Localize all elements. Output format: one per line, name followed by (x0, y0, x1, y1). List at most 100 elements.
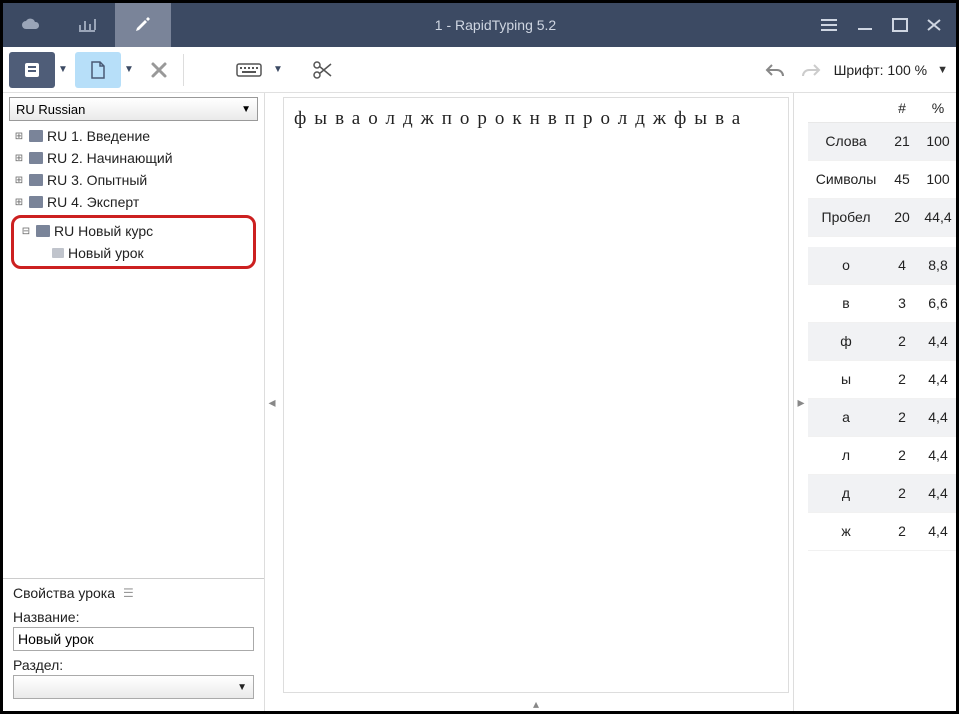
window-controls (820, 18, 956, 32)
course-icon (29, 152, 43, 164)
stats-row: д24,4 (808, 475, 956, 513)
stats-cell-percent: 4,4 (920, 410, 956, 425)
cloud-icon (20, 16, 42, 34)
collapse-icon[interactable]: ⊟ (20, 226, 32, 237)
titlebar-tabs (3, 3, 171, 47)
stats-cell-percent: 4,4 (920, 486, 956, 501)
stats-row: ж24,4 (808, 513, 956, 551)
expand-icon[interactable]: ⊞ (13, 197, 25, 208)
tree-node[interactable]: ⊞ RU 1. Введение (7, 125, 260, 147)
stats-cell-name: д (808, 484, 884, 503)
expand-icon[interactable]: ⊞ (13, 175, 25, 186)
highlight-new-course: ⊟ RU Новый курс Новый урок (11, 215, 256, 269)
triangle-right-icon: ▸ (797, 395, 804, 409)
stats-cell-count: 2 (884, 486, 920, 501)
course-icon (36, 225, 50, 237)
stats-cell-count: 2 (884, 334, 920, 349)
keyboard-dropdown[interactable]: ▼ (270, 64, 286, 75)
stats-cell-name: а (808, 408, 884, 427)
right-pane: # % Слова21100Символы45100Пробел2044,4о4… (808, 93, 956, 711)
file-icon (89, 60, 107, 80)
stats-cell-percent: 4,4 (920, 524, 956, 539)
menu-icon[interactable] (820, 18, 838, 32)
course-icon (29, 196, 43, 208)
stats-cell-count: 20 (884, 210, 920, 225)
close-button[interactable] (926, 18, 942, 32)
course-dropdown[interactable]: ▼ (55, 64, 71, 75)
tree-node[interactable]: ⊞RU 3. Опытный (7, 169, 260, 191)
expand-icon[interactable]: ⊞ (13, 131, 25, 142)
language-select-value: RU Russian (16, 102, 85, 117)
tree-node-new-lesson[interactable]: Новый урок (14, 242, 253, 264)
cut-button[interactable] (304, 52, 342, 88)
name-label: Название: (13, 609, 254, 625)
properties-header[interactable]: Свойства урока ☰ (13, 585, 254, 601)
redo-button[interactable] (800, 62, 822, 78)
tree-node[interactable]: ⊞RU 2. Начинающий (7, 147, 260, 169)
new-file-button[interactable] (75, 52, 121, 88)
stats-cell-name: л (808, 446, 884, 465)
stats-row: л24,4 (808, 437, 956, 475)
course-button[interactable] (9, 52, 55, 88)
lines-icon: ☰ (123, 586, 134, 600)
language-select[interactable]: RU Russian ▼ (9, 97, 258, 121)
lesson-properties: Свойства урока ☰ Название: Раздел: ▼ (3, 578, 264, 711)
stats-col-percent: % (920, 100, 956, 116)
stats-cell-count: 45 (884, 172, 920, 187)
course-icon (29, 174, 43, 186)
separator (183, 54, 184, 86)
stats-row: Символы45100 (808, 161, 956, 199)
tree-label: Новый урок (68, 245, 144, 261)
lesson-text-area[interactable]: фываолджпорокнвпролджфыва (283, 97, 789, 693)
stats-cell-count: 21 (884, 134, 920, 149)
stats-header: # % (808, 93, 956, 123)
stats-cell-name: о (808, 256, 884, 275)
font-zoom-dropdown[interactable]: ▼ (937, 64, 948, 76)
left-pane: RU Russian ▼ ⊞ RU 1. Введение ⊞RU 2. Начи… (3, 93, 265, 711)
properties-title: Свойства урока (13, 585, 115, 601)
highlighter-icon (132, 15, 154, 35)
splitter-bottom[interactable]: ▴ (279, 697, 793, 711)
stats-cell-percent: 4,4 (920, 334, 956, 349)
keyboard-button[interactable] (228, 52, 270, 88)
tab-practice[interactable] (3, 3, 59, 47)
close-icon (150, 61, 168, 79)
delete-button[interactable] (143, 61, 175, 79)
tab-editor[interactable] (115, 3, 171, 47)
app-window: 1 - RapidTyping 5.2 ▼ ▼ ▼ (0, 0, 959, 714)
stats-cell-name: ы (808, 370, 884, 389)
stats-cell-count: 3 (884, 296, 920, 311)
body: RU Russian ▼ ⊞ RU 1. Введение ⊞RU 2. Начи… (3, 93, 956, 711)
tree-label: RU Новый курс (54, 223, 153, 239)
tree-label: RU 1. Введение (47, 128, 150, 144)
file-dropdown[interactable]: ▼ (121, 64, 137, 75)
redo-icon (800, 62, 822, 78)
window-title: 1 - RapidTyping 5.2 (171, 17, 820, 33)
chevron-down-icon: ▼ (241, 104, 251, 115)
splitter-right[interactable]: ▸ (794, 93, 808, 711)
stats-row: Пробел2044,4 (808, 199, 956, 237)
name-input[interactable] (13, 627, 254, 651)
splitter-left[interactable]: ◂ (265, 93, 279, 711)
course-tree: ⊞ RU 1. Введение ⊞RU 2. Начинающий ⊞RU 3.… (3, 123, 264, 578)
maximize-button[interactable] (892, 18, 908, 32)
stats-cell-count: 2 (884, 448, 920, 463)
stats-row: ф24,4 (808, 323, 956, 361)
tree-node-new-course[interactable]: ⊟ RU Новый курс (14, 220, 253, 242)
expand-icon[interactable]: ⊞ (13, 153, 25, 164)
section-select[interactable]: ▼ (13, 675, 254, 699)
font-zoom-label[interactable]: Шрифт: 100 % (834, 62, 928, 78)
stats-cell-percent: 44,4 (920, 210, 956, 225)
stats-cell-percent: 6,6 (920, 296, 956, 311)
center-pane: фываолджпорокнвпролджфыва ▴ (279, 93, 794, 711)
toolbar: ▼ ▼ ▼ Шрифт: 100 % ▼ (3, 47, 956, 93)
titlebar: 1 - RapidTyping 5.2 (3, 3, 956, 47)
stats-row: Слова21100 (808, 123, 956, 161)
undo-button[interactable] (764, 62, 786, 78)
minimize-button[interactable] (856, 18, 874, 32)
stats-cell-name: Пробел (808, 208, 884, 227)
stats-cell-percent: 100 (920, 134, 956, 149)
tree-node[interactable]: ⊞RU 4. Эксперт (7, 191, 260, 213)
stats-table: Слова21100Символы45100Пробел2044,4о48,8в… (808, 123, 956, 711)
tab-stats[interactable] (59, 3, 115, 47)
